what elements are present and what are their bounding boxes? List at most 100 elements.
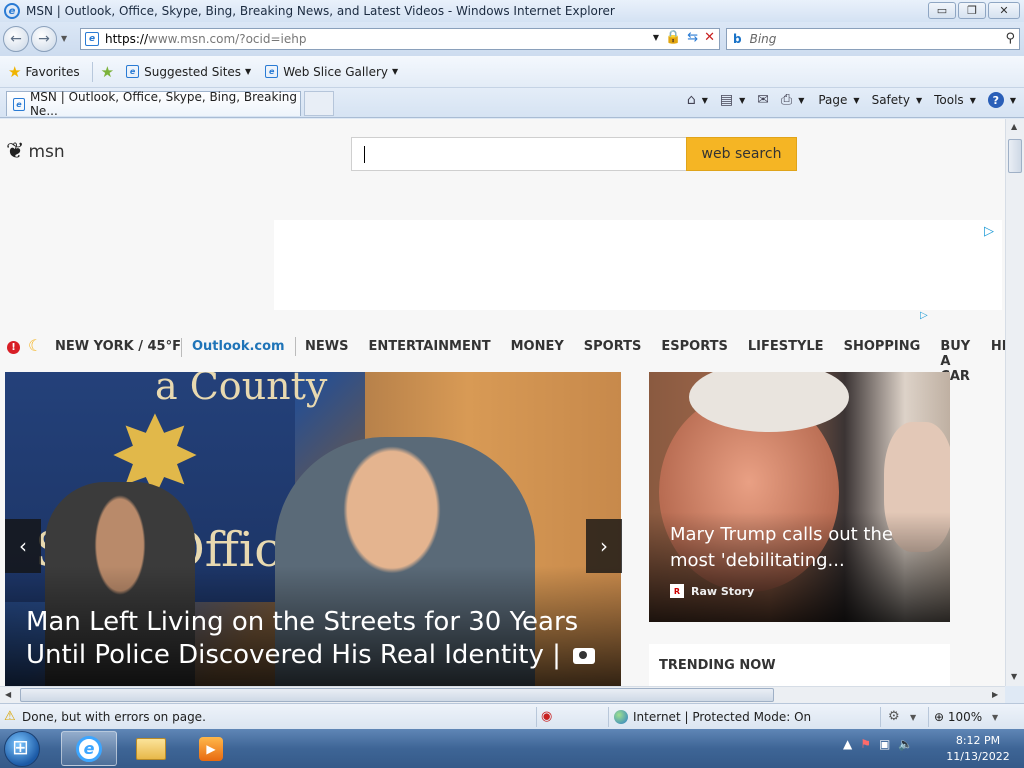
vertical-scrollbar[interactable]: ▲ ▼ xyxy=(1005,119,1024,686)
chevron-down-icon[interactable]: ▼ xyxy=(992,713,998,722)
status-text[interactable]: Done, but with errors on page. xyxy=(22,710,206,724)
taskbar-internet-explorer[interactable]: e xyxy=(61,731,117,766)
chevron-down-icon[interactable]: ▼ xyxy=(853,96,859,105)
web-search-button[interactable]: web search xyxy=(686,137,797,171)
advertisement-banner[interactable]: ▷ xyxy=(274,220,1002,310)
bing-search-placeholder: Bing xyxy=(749,32,777,46)
chevron-down-icon[interactable]: ▼ xyxy=(798,96,804,105)
warning-icon[interactable]: ⚠ xyxy=(4,709,16,724)
weather-link[interactable]: NEW YORK / 45°F xyxy=(55,339,181,354)
vertical-scroll-thumb[interactable] xyxy=(1008,139,1022,173)
chevron-down-icon[interactable]: ▼ xyxy=(916,96,922,105)
bing-icon: b xyxy=(733,32,742,46)
nav-health[interactable]: HEALTH xyxy=(991,339,1005,384)
start-button[interactable] xyxy=(4,731,40,767)
scroll-right-icon[interactable]: ▶ xyxy=(992,690,998,699)
ie-icon: e xyxy=(4,3,20,19)
hero-headline[interactable]: Man Left Living on the Streets for 30 Ye… xyxy=(26,606,606,672)
forward-arrow-icon: → xyxy=(38,31,50,47)
chevron-down-icon[interactable]: ▼ xyxy=(970,96,976,105)
forward-button[interactable]: → xyxy=(31,26,57,52)
address-dropdown-icon[interactable]: ▼ xyxy=(653,33,659,42)
show-hidden-icons-icon[interactable]: ▲ xyxy=(843,737,852,751)
home-icon[interactable]: ⌂ xyxy=(687,92,696,108)
carousel-prev-button[interactable]: ‹ xyxy=(5,519,41,573)
suggested-sites-link[interactable]: e Suggested Sites ▼ xyxy=(126,65,251,79)
web-search-input[interactable] xyxy=(351,137,687,171)
zoom-level[interactable]: ⊕ 100% xyxy=(934,710,982,724)
status-separator xyxy=(928,707,929,727)
read-mail-icon[interactable]: ✉ xyxy=(757,92,769,108)
ad-choices-icon[interactable]: ▷ xyxy=(984,224,994,239)
page-icon: e xyxy=(85,32,99,46)
system-tray: ▲ ⚑ ▣ 🔈 xyxy=(843,737,913,751)
ie-page-icon: e xyxy=(265,65,279,78)
scroll-down-icon[interactable]: ▼ xyxy=(1011,672,1017,681)
trending-now-panel: TRENDING NOW xyxy=(649,644,950,686)
address-url[interactable]: https://www.msn.com/?ocid=iehp xyxy=(105,32,306,46)
tab-row: e MSN | Outlook, Office, Skype, Bing, Br… xyxy=(0,88,1024,118)
page-content: ❦ msn web search ▷ ▷ ! ☾ NEW YORK / 45°F… xyxy=(0,119,1005,686)
side-story-source[interactable]: R Raw Story xyxy=(670,584,754,598)
tab-msn[interactable]: e MSN | Outlook, Office, Skype, Bing, Br… xyxy=(6,90,301,118)
scroll-left-icon[interactable]: ◀ xyxy=(5,690,11,699)
globe-icon xyxy=(614,710,628,724)
bing-search-box[interactable]: b Bing ⚲ xyxy=(726,28,1020,50)
safety-menu[interactable]: Safety xyxy=(872,93,910,107)
rss-icon[interactable]: ▤ xyxy=(720,92,733,108)
back-button[interactable]: ← xyxy=(3,26,29,52)
address-row: ← → ▼ e https://www.msn.com/?ocid=iehp ▼… xyxy=(0,22,1024,56)
hero-story[interactable]: ✸ a County Sher Office Man Left Living o… xyxy=(5,372,621,686)
add-favorite-button[interactable]: ★ xyxy=(101,63,118,81)
taskbar-windows-explorer[interactable] xyxy=(123,731,179,766)
help-icon[interactable]: ? xyxy=(987,92,1004,108)
side-story-headline[interactable]: Mary Trump calls out the most 'debilitat… xyxy=(670,522,930,574)
privacy-report-icon[interactable]: ◉ xyxy=(541,709,552,724)
folder-icon xyxy=(136,737,166,760)
tools-menu[interactable]: Tools xyxy=(934,93,964,107)
alert-icon[interactable]: ! xyxy=(7,341,20,354)
refresh-icon[interactable]: ⇆ xyxy=(687,30,698,45)
clock-date: 11/13/2022 xyxy=(946,750,1010,763)
address-bar[interactable]: e https://www.msn.com/?ocid=iehp ▼ 🔒 ⇆ ✕ xyxy=(80,28,720,50)
horizontal-scroll-thumb[interactable] xyxy=(20,688,774,702)
nav-separator xyxy=(181,338,182,357)
close-button[interactable]: ✕ xyxy=(988,2,1020,19)
restore-button[interactable]: ❐ xyxy=(958,2,986,19)
clock[interactable]: 8:12 PM 11/13/2022 xyxy=(946,733,1010,765)
web-slice-gallery-link[interactable]: e Web Slice Gallery ▼ xyxy=(265,65,398,79)
minimize-button[interactable]: ▭ xyxy=(928,2,956,19)
action-center-icon[interactable]: ⚑ xyxy=(860,737,871,751)
star-icon: ★ xyxy=(8,62,22,81)
horizontal-scrollbar[interactable]: ◀ ▶ xyxy=(0,686,1005,703)
security-zone[interactable]: Internet | Protected Mode: On xyxy=(614,710,811,724)
ad-choices-icon[interactable]: ▷ xyxy=(920,310,928,321)
chevron-down-icon: ▼ xyxy=(245,67,252,76)
taskbar-media-player[interactable]: ▶ xyxy=(183,731,239,766)
compatibility-icon[interactable]: ⚙ xyxy=(888,709,900,724)
camera-icon xyxy=(573,647,596,664)
scroll-up-icon[interactable]: ▲ xyxy=(1011,122,1017,131)
add-favorite-icon: ★ xyxy=(100,62,115,81)
favorites-button[interactable]: ★ Favorites xyxy=(8,63,80,81)
status-separator xyxy=(880,707,881,727)
taskbar: e ▶ ▲ ⚑ ▣ 🔈 8:12 PM 11/13/2022 xyxy=(0,729,1024,768)
chevron-down-icon[interactable]: ▼ xyxy=(739,96,745,105)
search-icon[interactable]: ⚲ xyxy=(1005,31,1015,46)
trending-now-heading: TRENDING NOW xyxy=(659,658,776,673)
carousel-next-button[interactable]: › xyxy=(586,519,622,573)
msn-logo[interactable]: ❦ msn xyxy=(6,139,65,164)
msn-nav-bar: ! ☾ NEW YORK / 45°F Outlook.com NEWS ENT… xyxy=(0,329,1005,384)
lock-icon[interactable]: 🔒 xyxy=(665,30,681,45)
chevron-down-icon[interactable]: ▼ xyxy=(702,96,708,105)
side-story-card[interactable]: Mary Trump calls out the most 'debilitat… xyxy=(649,372,950,622)
page-menu[interactable]: Page xyxy=(818,93,847,107)
history-dropdown-icon[interactable]: ▼ xyxy=(61,34,67,43)
network-icon[interactable]: ▣ xyxy=(879,737,890,751)
volume-icon[interactable]: 🔈 xyxy=(898,737,913,751)
stop-icon[interactable]: ✕ xyxy=(704,30,715,45)
new-tab-button[interactable] xyxy=(304,91,334,116)
printer-icon[interactable]: ⎙ xyxy=(781,92,792,108)
chevron-down-icon[interactable]: ▼ xyxy=(910,713,916,722)
chevron-down-icon[interactable]: ▼ xyxy=(1010,96,1016,105)
